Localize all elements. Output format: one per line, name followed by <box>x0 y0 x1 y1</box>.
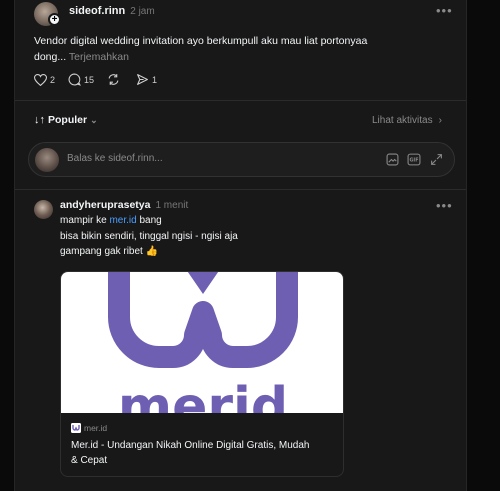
share-icon <box>137 74 148 85</box>
current-user-avatar <box>35 148 59 172</box>
heart-icon <box>34 73 47 86</box>
svg-text:GIF: GIF <box>409 158 418 164</box>
comment-count: 15 <box>84 74 95 85</box>
chevron-down-icon: ⌄ <box>90 114 98 125</box>
image-icon[interactable] <box>386 153 399 166</box>
link-title-line2: & Cepat <box>71 455 108 466</box>
post-more-icon[interactable]: ••• <box>436 3 453 18</box>
link-title: Mer.id - Undangan Nikah Online Digital G… <box>71 438 341 468</box>
comment-author-avatar[interactable] <box>34 200 53 219</box>
comment-line1-pre: mampir ke <box>60 215 110 226</box>
merid-logo: merid <box>108 272 298 413</box>
share-count: 1 <box>152 74 158 85</box>
comment-line1-post: bang <box>136 215 162 226</box>
thread-panel: + sideof.rinn 2 jam ••• Vendor digital w… <box>14 0 467 491</box>
like-count: 2 <box>50 74 56 85</box>
view-activity-label: Lihat aktivitas <box>372 115 433 126</box>
sort-dropdown[interactable]: ↓↑ Populer ⌄ <box>34 114 98 126</box>
sort-icon: ↓↑ <box>34 114 45 126</box>
reply-divider <box>15 189 466 190</box>
logo-text: merid <box>118 377 288 413</box>
repost-icon <box>108 74 119 85</box>
comment-button[interactable]: 15 <box>68 73 94 86</box>
link-title-line1: Mer.id - Undangan Nikah Online Digital G… <box>71 440 310 451</box>
comment-time[interactable]: 1 menit <box>155 200 188 211</box>
share-button[interactable]: 1 <box>136 73 157 86</box>
comment-line2: bisa bikin sendiri, tinggal ngisi - ngis… <box>60 230 238 242</box>
post-divider <box>15 100 466 101</box>
comment-more-icon[interactable]: ••• <box>436 198 453 213</box>
post-text: Vendor digital wedding invitation ayo be… <box>34 34 454 65</box>
comment-author-username[interactable]: andyheruprasetya <box>60 199 150 211</box>
post-text-line2: dong... <box>34 50 67 63</box>
post-time[interactable]: 2 jam <box>130 6 154 17</box>
link-preview-card[interactable]: merid mer.id Mer.id - Undangan Nikah Onl… <box>60 271 344 477</box>
comment-link[interactable]: mer.id <box>109 215 136 226</box>
translate-link[interactable]: Terjemahkan <box>69 51 129 63</box>
link-domain: mer.id <box>84 423 108 433</box>
comment-text: mampir ke mer.id bang bisa bikin sendiri… <box>60 213 238 260</box>
post-text-line1: Vendor digital wedding invitation ayo be… <box>34 35 368 47</box>
like-button[interactable]: 2 <box>34 73 55 86</box>
reply-input[interactable]: Balas ke sideof.rinn... <box>67 153 163 164</box>
expand-icon[interactable] <box>430 153 443 166</box>
gif-icon[interactable]: GIF <box>407 153 421 166</box>
link-preview-image: merid <box>61 272 343 413</box>
view-activity-link[interactable]: Lihat aktivitas › <box>372 115 442 126</box>
post-actions: 2 15 1 <box>34 73 157 86</box>
follow-plus-icon[interactable]: + <box>48 13 61 26</box>
post-author-username[interactable]: sideof.rinn <box>69 5 125 17</box>
repost-button[interactable] <box>107 73 123 86</box>
favicon-icon <box>71 423 81 433</box>
chevron-right-icon: › <box>438 115 442 126</box>
comment-line3: gampang gak ribet 👍 <box>60 246 159 257</box>
comment-icon <box>68 73 81 86</box>
sort-label: Populer <box>48 114 88 126</box>
reply-box[interactable]: Balas ke sideof.rinn... GIF <box>28 142 455 177</box>
